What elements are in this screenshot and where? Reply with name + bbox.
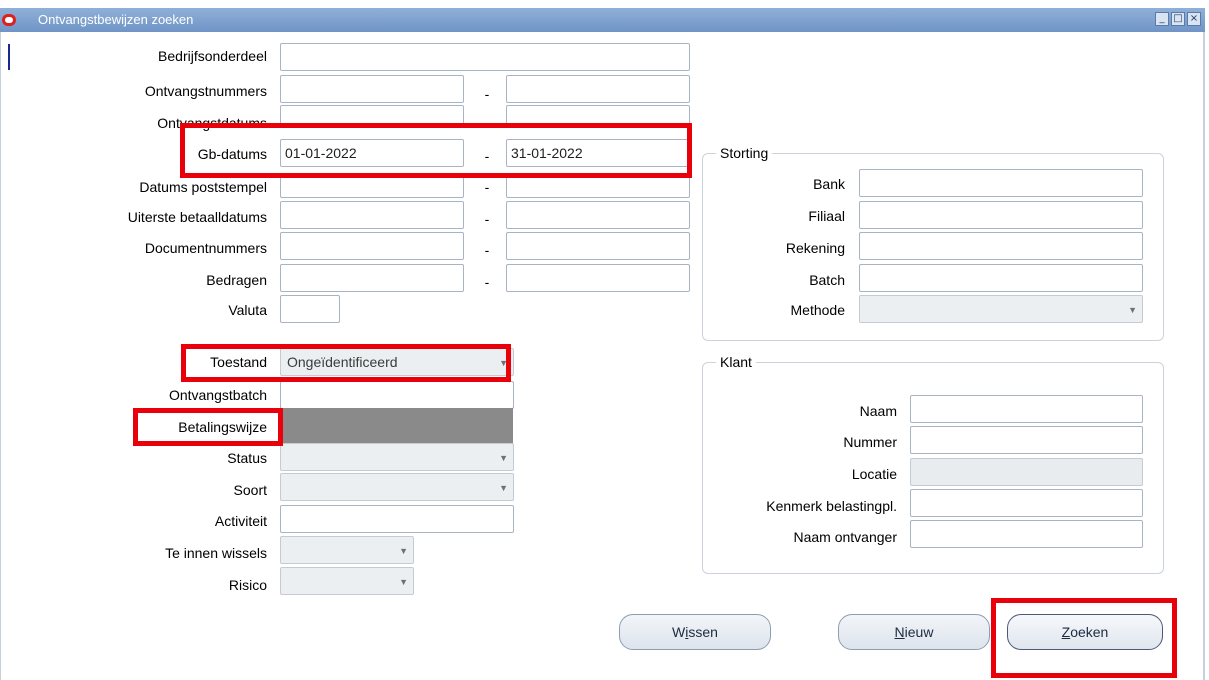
te-innen-wissels-select[interactable]: ▼ <box>280 536 414 564</box>
rekening-label: Rekening <box>785 240 845 256</box>
maximize-icon[interactable]: □ <box>1171 12 1185 26</box>
focus-indicator <box>8 44 10 70</box>
betalingswijze-field-redacted[interactable] <box>280 408 513 446</box>
window-titlebar: Ontvangstbewijzen zoeken _ □ × <box>0 8 1205 32</box>
minimize-icon[interactable]: _ <box>1155 12 1169 26</box>
bedragen-to-field[interactable] <box>506 264 690 292</box>
filiaal-field[interactable] <box>859 201 1143 229</box>
bank-field[interactable] <box>859 169 1143 197</box>
risico-select[interactable]: ▼ <box>280 567 414 595</box>
soort-select[interactable]: ▼ <box>280 473 514 501</box>
wissen-label-post: ssen <box>688 624 718 640</box>
nieuw-mnemonic: N <box>894 624 905 640</box>
bank-label: Bank <box>813 176 845 192</box>
close-icon[interactable]: × <box>1187 12 1201 26</box>
chevron-down-icon: ▼ <box>1128 305 1137 315</box>
toestand-highlight <box>181 344 511 382</box>
bedragen-label: Bedragen <box>206 272 267 288</box>
status-label: Status <box>227 450 267 466</box>
nieuw-button[interactable]: Nieuw <box>838 614 990 650</box>
datums-poststempel-label: Datums poststempel <box>139 179 267 195</box>
uiterste-betaalldatums-to-field[interactable] <box>506 201 690 229</box>
klant-title: Klant <box>716 354 756 370</box>
bedrijfsonderdeel-label: Bedrijfsonderdeel <box>158 48 267 64</box>
documentnummers-from-field[interactable] <box>280 232 464 260</box>
locatie-field <box>910 458 1143 486</box>
storting-title: Storting <box>716 145 773 161</box>
gb-datums-highlight <box>180 123 692 178</box>
kenmerk-belastingpl-field[interactable] <box>910 489 1143 517</box>
range-dash: - <box>484 86 490 102</box>
range-dash: - <box>484 242 490 258</box>
locatie-label: Locatie <box>851 466 897 482</box>
naam-ontvanger-field[interactable] <box>910 520 1143 548</box>
activiteit-label: Activiteit <box>214 513 267 529</box>
ontvangstnummers-label: Ontvangstnummers <box>144 83 267 99</box>
documentnummers-label: Documentnummers <box>144 240 267 256</box>
activiteit-field[interactable] <box>280 505 514 533</box>
range-dash: - <box>484 211 490 227</box>
zoeken-highlight <box>991 598 1177 678</box>
chevron-down-icon: ▼ <box>499 453 508 463</box>
risico-label: Risico <box>228 577 267 593</box>
methode-label: Methode <box>790 302 845 318</box>
betalingswijze-highlight <box>133 408 283 446</box>
chevron-down-icon: ▼ <box>399 546 408 556</box>
batch-label: Batch <box>809 272 845 288</box>
naam-label: Naam <box>859 403 897 419</box>
valuta-field[interactable] <box>280 295 340 323</box>
valuta-label: Valuta <box>228 302 267 318</box>
bedragen-from-field[interactable] <box>280 264 464 292</box>
status-select[interactable]: ▼ <box>280 443 514 471</box>
wissen-label-pre: W <box>672 624 686 640</box>
ontvangstnummers-from-field[interactable] <box>280 75 464 103</box>
filiaal-label: Filiaal <box>808 208 845 224</box>
range-dash: - <box>484 274 490 290</box>
uiterste-betaalldatums-label: Uiterste betaalldatums <box>127 209 267 225</box>
wissen-button[interactable]: Wissen <box>619 614 771 650</box>
naam-field[interactable] <box>910 395 1143 423</box>
nieuw-label-post: ieuw <box>904 624 934 640</box>
nummer-label: Nummer <box>843 434 897 450</box>
nummer-field[interactable] <box>910 426 1143 454</box>
oracle-logo-icon <box>2 11 36 29</box>
soort-label: Soort <box>233 482 267 498</box>
chevron-down-icon: ▼ <box>399 577 408 587</box>
uiterste-betaalldatums-from-field[interactable] <box>280 201 464 229</box>
ontvangstnummers-to-field[interactable] <box>506 75 690 103</box>
te-innen-wissels-label: Te innen wissels <box>165 545 267 561</box>
kenmerk-belastingpl-label: Kenmerk belastingpl. <box>766 498 897 514</box>
chevron-down-icon: ▼ <box>499 483 508 493</box>
methode-select[interactable]: ▼ <box>859 295 1143 323</box>
bedrijfsonderdeel-field[interactable] <box>280 43 690 71</box>
naam-ontvanger-label: Naam ontvanger <box>793 529 897 545</box>
window-title: Ontvangstbewijzen zoeken <box>38 12 194 27</box>
range-dash: - <box>484 179 490 195</box>
batch-field[interactable] <box>859 264 1143 292</box>
ontvangstbatch-label: Ontvangstbatch <box>168 387 267 403</box>
documentnummers-to-field[interactable] <box>506 232 690 260</box>
ontvangstbatch-field[interactable] <box>280 381 514 409</box>
rekening-field[interactable] <box>859 232 1143 260</box>
